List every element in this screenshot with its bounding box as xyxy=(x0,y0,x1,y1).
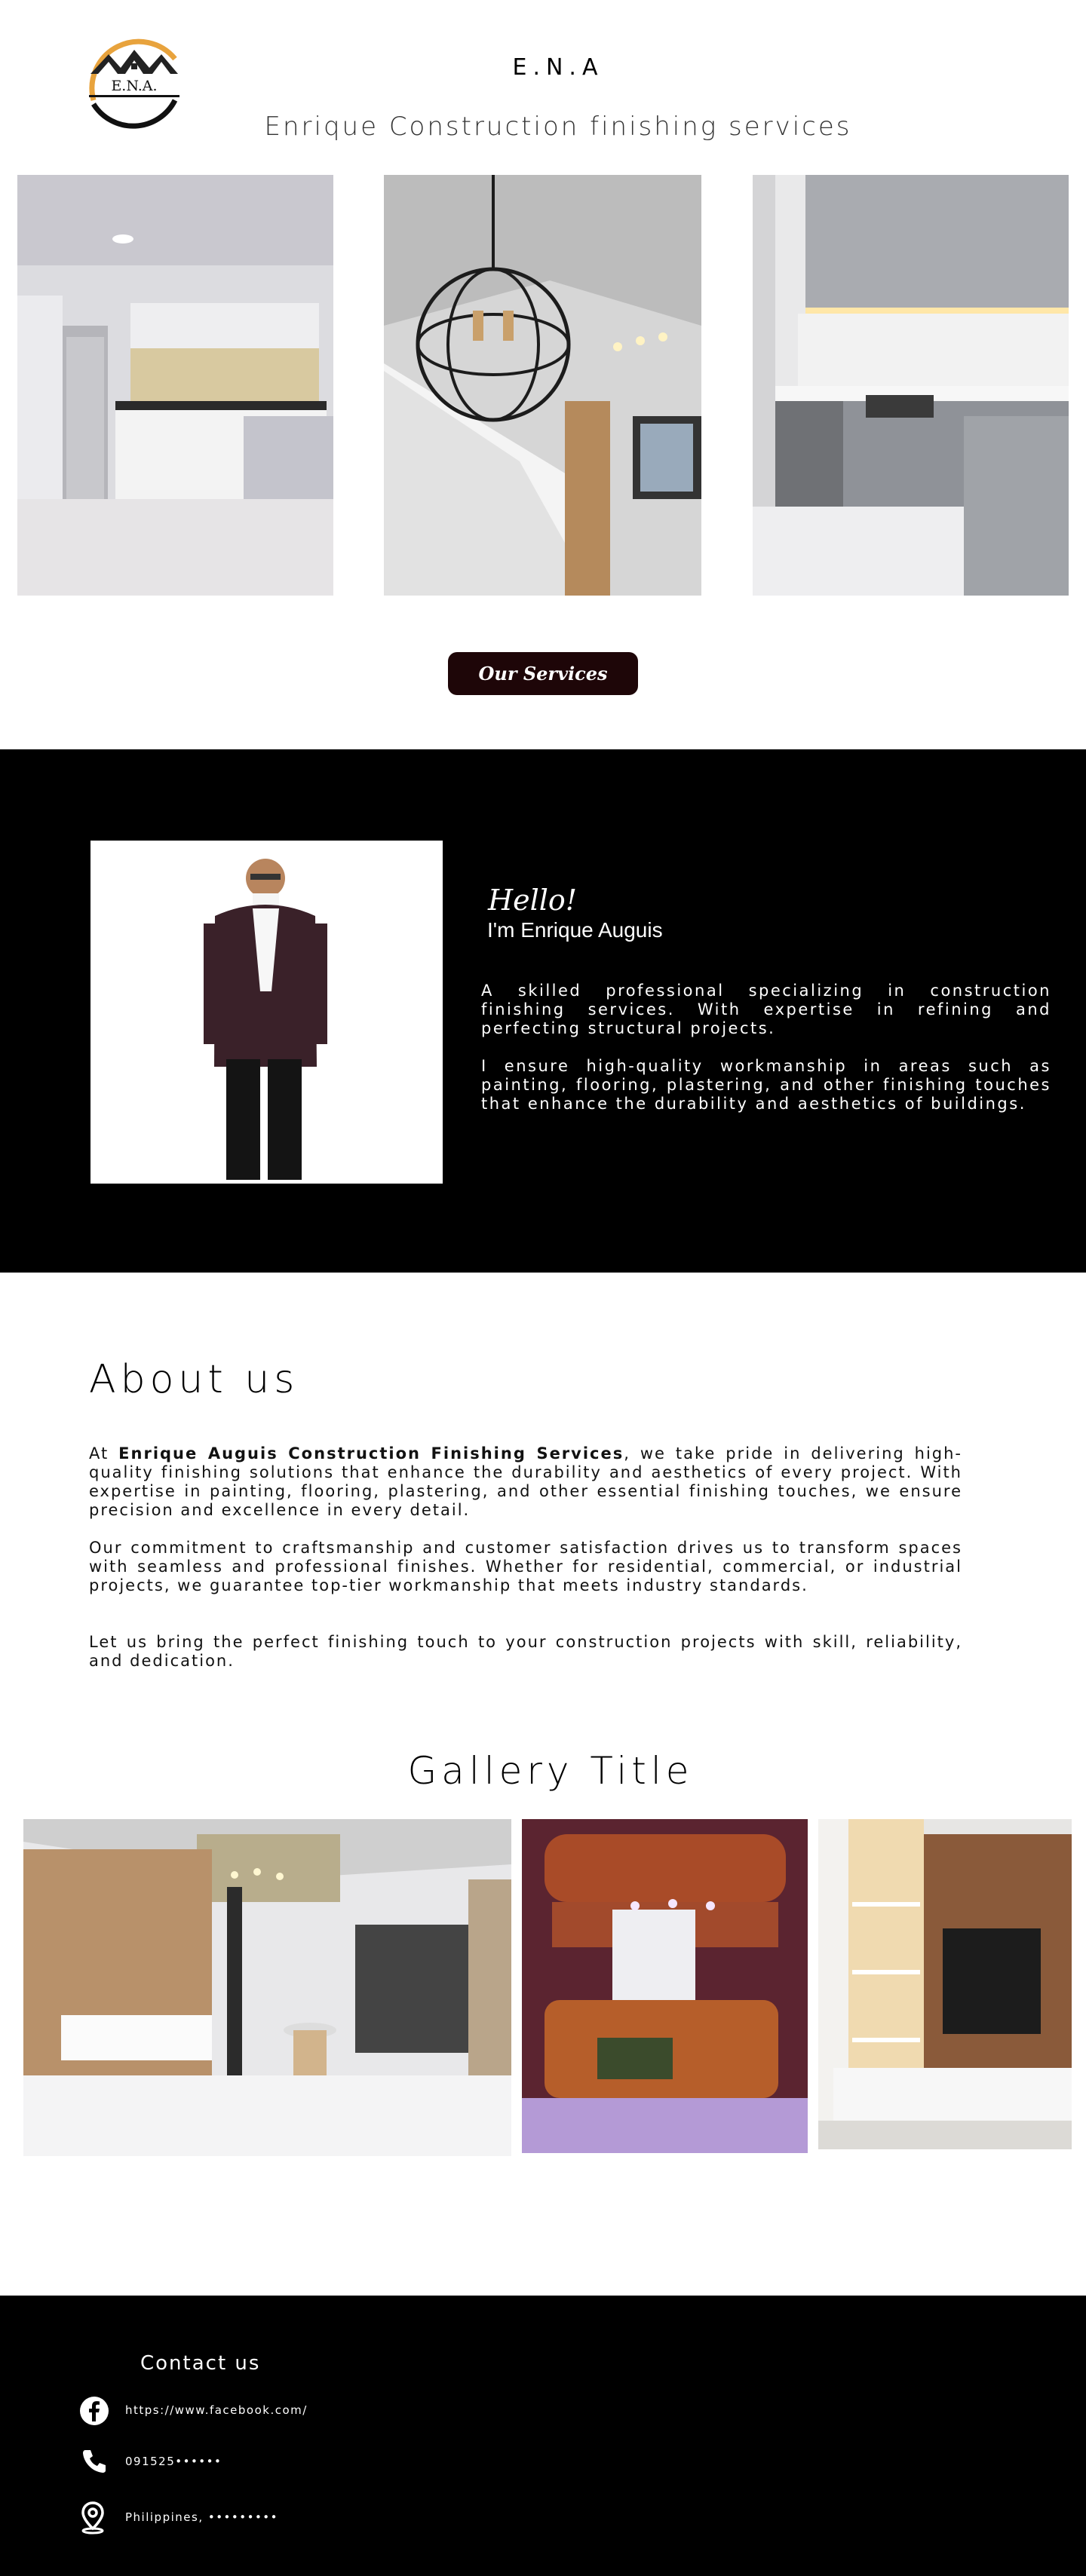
modern-kitchen-photo xyxy=(753,175,1069,596)
owner-portrait xyxy=(90,841,443,1184)
gallery-title: Gallery Title xyxy=(407,1749,694,1793)
about-paragraph: At Enrique Auguis Construction Finishing… xyxy=(89,1444,963,1519)
brand-name: E.N.A xyxy=(512,54,604,81)
location-text: Philippines, ••••••••• xyxy=(125,2510,278,2524)
gallery-image[interactable] xyxy=(23,1819,511,2156)
facebook-icon[interactable] xyxy=(79,2396,109,2426)
site-tagline: Enrique Construction finishing services xyxy=(264,112,852,142)
intro-greeting: Hello! xyxy=(488,884,578,917)
our-services-button[interactable]: Our Services xyxy=(448,652,638,695)
intro-paragraph: I ensure high-quality workmanship in are… xyxy=(481,1057,1051,1113)
company-name: Enrique Auguis Construction Finishing Se… xyxy=(118,1444,624,1463)
gallery-image[interactable] xyxy=(818,1819,1072,2149)
phone-number: 091525•••••• xyxy=(125,2455,222,2468)
about-title: About us xyxy=(89,1357,299,1402)
kitchen-photo xyxy=(17,175,333,596)
footer xyxy=(0,2296,1086,2576)
intro-paragraph: A skilled professional specializing in c… xyxy=(481,982,1051,1037)
contact-title: Contact us xyxy=(140,2352,261,2375)
about-paragraph: Our commitment to craftsmanship and cust… xyxy=(89,1539,962,1594)
staircase-chandelier-photo xyxy=(384,175,701,596)
facebook-link[interactable]: https://www.facebook.com/ xyxy=(125,2403,308,2417)
about-paragraph: Let us bring the perfect finishing touch… xyxy=(89,1633,962,1670)
location-pin-icon xyxy=(78,2500,108,2535)
phone-icon xyxy=(79,2446,109,2476)
owner-name: I'm Enrique Auguis xyxy=(487,918,663,942)
gallery-image[interactable] xyxy=(522,1819,808,2153)
